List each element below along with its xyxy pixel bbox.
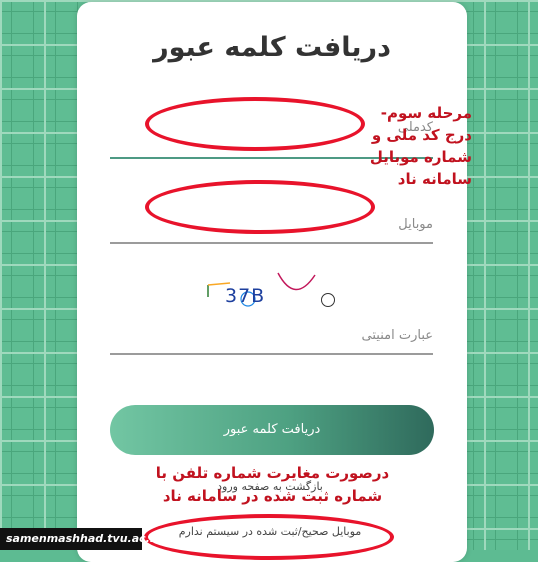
get-password-button[interactable]: دریافت کلمه عبور (110, 405, 434, 455)
page-title: دریافت کلمه عبور (153, 32, 391, 63)
highlight-mobile-ellipse (145, 180, 375, 234)
security-phrase-field[interactable]: عبارت امنیتی (110, 313, 433, 355)
security-phrase-placeholder: عبارت امنیتی (361, 328, 433, 343)
mobile-placeholder: موبایل (398, 217, 433, 232)
captcha-noise-icon (207, 272, 316, 307)
annotation-step3: مرحله سوم- درج کد ملی و شماره موبایل سام… (369, 104, 472, 188)
highlight-national-code-ellipse (145, 97, 365, 151)
site-watermark: samenmashhad.tvu.ac.ir (0, 528, 159, 550)
captcha-image: 37B (200, 265, 340, 313)
captcha-text: 37B (225, 285, 266, 307)
highlight-no-mobile-ellipse (144, 514, 394, 560)
refresh-captcha-icon[interactable] (321, 293, 335, 307)
annotation-mismatch: درصورت مغایرت شماره تلفن با شماره ثبت شد… (155, 464, 390, 505)
